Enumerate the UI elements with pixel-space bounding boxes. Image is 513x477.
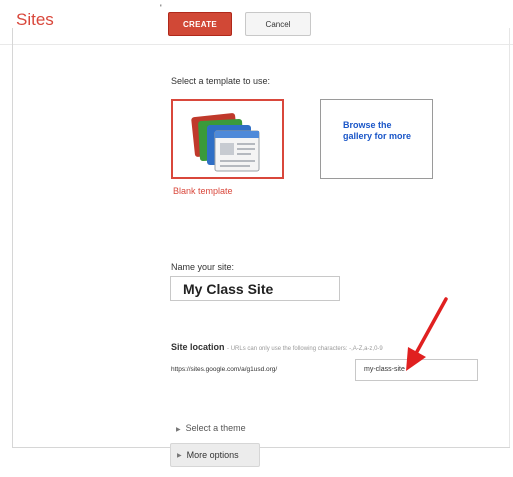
content-frame-bottom xyxy=(12,447,510,448)
select-theme-label: Select a theme xyxy=(185,423,246,433)
red-arrow-annotation xyxy=(406,297,448,371)
site-name-input[interactable]: My Class Site xyxy=(170,276,340,301)
content-frame-right xyxy=(509,28,510,448)
blank-template-label[interactable]: Blank template xyxy=(173,186,233,196)
browse-gallery-link[interactable]: Browse the gallery for more xyxy=(343,120,423,142)
expand-triangle-icon: ▶ xyxy=(176,427,181,433)
content-frame-left xyxy=(12,28,13,448)
site-location-title: Site location xyxy=(171,342,225,352)
template-pages-icon xyxy=(191,113,260,172)
sites-logo[interactable]: Sites xyxy=(16,10,54,30)
more-options-toggle[interactable]: ▶ More options xyxy=(170,443,260,467)
header-separator xyxy=(0,44,513,45)
blank-template-card[interactable] xyxy=(171,99,284,179)
site-url-prefix: https://sites.google.com/a/g1usd.org/ xyxy=(171,366,278,373)
tick-mark: ' xyxy=(160,3,162,13)
site-name-label: Name your site: xyxy=(171,262,235,272)
site-location-help: - URLs can only use the following charac… xyxy=(227,346,383,352)
template-heading: Select a template to use: xyxy=(171,76,271,86)
cancel-button[interactable]: Cancel xyxy=(245,12,311,36)
select-theme-toggle[interactable]: ▶ Select a theme xyxy=(176,423,246,433)
browse-gallery-card[interactable]: Browse the gallery for more xyxy=(320,99,433,179)
create-button[interactable]: CREATE xyxy=(168,12,232,36)
more-options-label: More options xyxy=(186,450,239,460)
expand-triangle-icon: ▶ xyxy=(177,452,182,459)
site-location-label: Site location - URLs can only use the fo… xyxy=(171,342,383,352)
